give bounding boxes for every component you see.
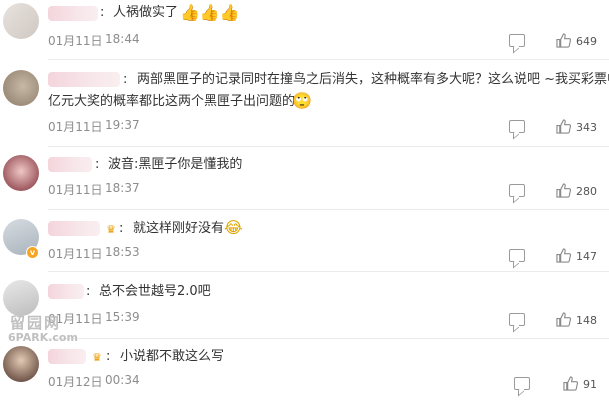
crown-icon: ♛	[106, 223, 116, 236]
comment-time: 18:53	[105, 245, 140, 259]
comment-icon[interactable]	[509, 120, 525, 133]
thumbs-up-icon[interactable]	[556, 312, 571, 327]
like-count: 147	[576, 250, 597, 263]
comment-text: 就这样刚好没有	[133, 221, 225, 236]
comment-time: 18:37	[105, 181, 140, 195]
colon-separator: :	[106, 349, 111, 364]
comment-icon[interactable]	[509, 184, 525, 197]
divider	[48, 146, 609, 147]
comment-text: 小说都不敢这么写	[120, 349, 225, 364]
comment-text-line2: 亿元大奖的概率都比这两个黑匣子出问题的大	[48, 94, 309, 109]
comment-time: 15:39	[105, 310, 140, 324]
smirk-emoji: 🙄	[292, 91, 312, 110]
comment-date: 01月12日	[48, 375, 103, 389]
thumbs-up-icon[interactable]	[556, 33, 571, 48]
comment-date: 01月11日	[48, 247, 103, 261]
divider	[48, 59, 609, 60]
like-count: 649	[576, 35, 597, 48]
like-count: 91	[583, 378, 597, 391]
username-blurred[interactable]	[48, 6, 98, 21]
like-count: 280	[576, 185, 597, 198]
watermark-text: 留园网	[10, 314, 62, 332]
avatar[interactable]	[3, 155, 39, 191]
laughing-tears-emoji: 😂	[224, 218, 243, 237]
comment-text-line1: 两部黑匣子的记录同时在撞鸟之后消失，这种概率有多大呢？这么说吧 ~我买彩票中10	[137, 72, 609, 87]
colon-separator: :	[95, 157, 100, 172]
thumbs-up-icon[interactable]	[563, 376, 578, 391]
colon-separator: :	[100, 5, 105, 20]
divider	[48, 338, 609, 339]
divider	[48, 271, 609, 272]
comment-text: 人祸做实了	[113, 5, 179, 20]
comment-date: 01月11日	[48, 183, 103, 197]
colon-separator: :	[86, 284, 91, 299]
comment-time: 00:34	[105, 373, 140, 387]
colon-separator: :	[123, 72, 128, 87]
username-blurred[interactable]	[48, 349, 86, 364]
username-blurred[interactable]	[48, 284, 84, 299]
comment-date: 01月11日	[48, 120, 103, 134]
username-blurred[interactable]	[48, 221, 100, 236]
comment-date: 01月11日	[48, 34, 103, 48]
avatar[interactable]	[3, 70, 39, 106]
thumbs-up-icon[interactable]	[556, 119, 571, 134]
colon-separator: :	[119, 221, 124, 236]
avatar[interactable]	[3, 3, 39, 39]
like-count: 343	[576, 121, 597, 134]
comment-icon[interactable]	[509, 34, 525, 47]
like-count: 148	[576, 314, 597, 327]
comment-icon[interactable]	[514, 377, 530, 390]
username-blurred[interactable]	[48, 72, 120, 87]
divider	[48, 209, 609, 210]
crown-icon: ♛	[92, 351, 102, 364]
thumbs-up-emoji: 👍👍👍	[180, 3, 240, 22]
comment-icon[interactable]	[509, 313, 525, 326]
avatar[interactable]	[3, 280, 39, 316]
comment-text: 总不会世越号2.0吧	[99, 284, 211, 299]
verified-badge-icon: v	[26, 246, 39, 259]
thumbs-up-icon[interactable]	[556, 183, 571, 198]
username-blurred[interactable]	[48, 157, 92, 172]
comment-time: 18:44	[105, 32, 140, 46]
watermark-url: 6PARK.com	[8, 331, 78, 344]
comment-time: 19:37	[105, 118, 140, 132]
avatar[interactable]	[3, 346, 39, 382]
thumbs-up-icon[interactable]	[556, 248, 571, 263]
comment-text: 波音:黑匣子你是懂我的	[108, 157, 243, 172]
comment-icon[interactable]	[509, 249, 525, 262]
